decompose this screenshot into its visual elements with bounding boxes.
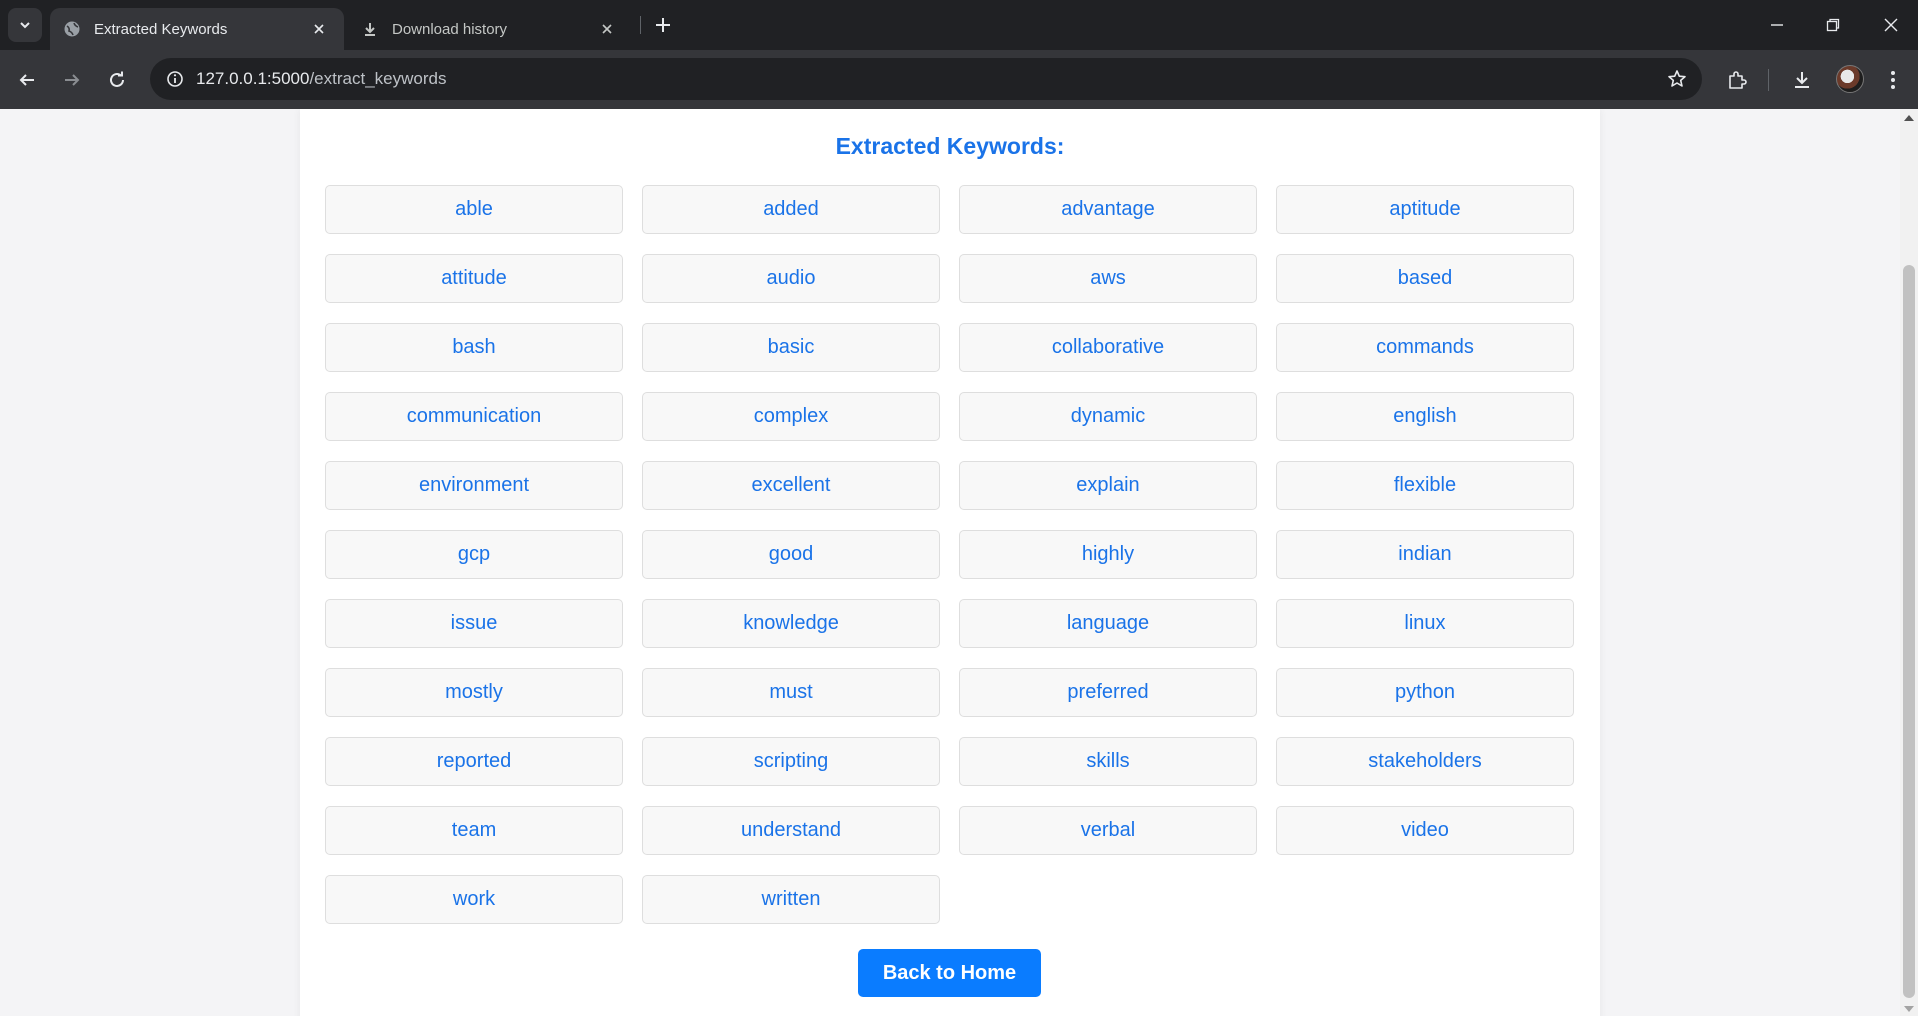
keyword-item[interactable]: aws xyxy=(959,254,1257,303)
keyword-item[interactable]: advantage xyxy=(959,185,1257,234)
keyword-item[interactable]: language xyxy=(959,599,1257,648)
keyword-item[interactable]: english xyxy=(1276,392,1574,441)
keywords-card: Extracted Keywords: able added advantage ap… xyxy=(300,109,1600,1016)
keyword-item[interactable]: explain xyxy=(959,461,1257,510)
download-icon xyxy=(360,19,380,39)
keyword-item[interactable]: commands xyxy=(1276,323,1574,372)
back-to-home-button[interactable]: Back to Home xyxy=(858,949,1041,997)
puzzle-icon xyxy=(1729,71,1747,89)
keyword-item[interactable]: communication xyxy=(325,392,623,441)
address-bar[interactable]: 127.0.0.1:5000/extract_keywords xyxy=(150,58,1702,100)
keyword-item[interactable]: video xyxy=(1276,806,1574,855)
tab-separator xyxy=(640,16,641,34)
restore-icon xyxy=(1826,18,1840,32)
keyword-item[interactable]: mostly xyxy=(325,668,623,717)
keywords-grid: able added advantage aptitude attitude audio a… xyxy=(325,185,1575,924)
keyword-item[interactable]: stakeholders xyxy=(1276,737,1574,786)
scroll-up-arrow-icon[interactable] xyxy=(1904,115,1914,121)
close-icon xyxy=(1884,18,1898,32)
chevron-down-icon xyxy=(20,22,30,29)
keyword-item[interactable]: reported xyxy=(325,737,623,786)
minimize-icon xyxy=(1771,24,1783,26)
keyword-item[interactable]: linux xyxy=(1276,599,1574,648)
minimize-button[interactable] xyxy=(1762,10,1792,40)
download-icon xyxy=(1795,72,1809,88)
tab-title: Download history xyxy=(392,20,508,38)
keyword-item[interactable]: complex xyxy=(642,392,940,441)
close-icon[interactable] xyxy=(308,18,330,40)
bookmark-star-icon[interactable] xyxy=(1662,64,1692,94)
url-host: 127.0.0.1:5000 xyxy=(196,69,310,88)
tab-title: Extracted Keywords xyxy=(94,20,228,38)
reload-button[interactable] xyxy=(100,63,134,97)
keyword-item[interactable]: aptitude xyxy=(1276,185,1574,234)
keyword-item[interactable]: preferred xyxy=(959,668,1257,717)
keyword-item[interactable]: collaborative xyxy=(959,323,1257,372)
keyword-item[interactable]: skills xyxy=(959,737,1257,786)
keyword-item[interactable]: issue xyxy=(325,599,623,648)
extensions-button[interactable] xyxy=(1720,63,1754,97)
tab-search-button[interactable] xyxy=(8,8,42,42)
vertical-scrollbar[interactable] xyxy=(1900,109,1918,1016)
profile-avatar[interactable] xyxy=(1836,65,1864,93)
scrollbar-thumb[interactable] xyxy=(1903,265,1915,998)
site-info-icon[interactable] xyxy=(160,64,190,94)
restore-button[interactable] xyxy=(1818,10,1848,40)
keyword-item[interactable]: flexible xyxy=(1276,461,1574,510)
kebab-menu-icon xyxy=(1891,71,1895,89)
keyword-item[interactable]: python xyxy=(1276,668,1574,717)
globe-icon xyxy=(62,19,82,39)
keyword-item[interactable]: dynamic xyxy=(959,392,1257,441)
keyword-item[interactable]: understand xyxy=(642,806,940,855)
menu-button[interactable] xyxy=(1876,63,1910,97)
scroll-down-arrow-icon[interactable] xyxy=(1904,1006,1914,1012)
arrow-left-icon xyxy=(19,74,34,86)
page-viewport: Extracted Keywords: able added advantage ap… xyxy=(0,109,1900,1016)
url-text[interactable]: 127.0.0.1:5000/extract_keywords xyxy=(196,69,446,89)
tab-download-history[interactable]: Download history xyxy=(348,8,632,50)
keyword-item[interactable]: scripting xyxy=(642,737,940,786)
plus-icon xyxy=(656,18,670,32)
keyword-item[interactable]: able xyxy=(325,185,623,234)
back-nav-button[interactable] xyxy=(10,63,44,97)
keyword-item[interactable]: excellent xyxy=(642,461,940,510)
keyword-item[interactable]: environment xyxy=(325,461,623,510)
keyword-item[interactable]: gcp xyxy=(325,530,623,579)
url-path: /extract_keywords xyxy=(309,69,447,88)
toolbar-divider xyxy=(1768,69,1769,91)
keyword-item[interactable]: written xyxy=(642,875,940,924)
close-window-button[interactable] xyxy=(1876,10,1906,40)
keyword-item[interactable]: indian xyxy=(1276,530,1574,579)
page-title: Extracted Keywords: xyxy=(835,133,1065,159)
keyword-item[interactable]: good xyxy=(642,530,940,579)
keyword-item[interactable]: bash xyxy=(325,323,623,372)
keyword-item[interactable]: work xyxy=(325,875,623,924)
keyword-item[interactable]: knowledge xyxy=(642,599,940,648)
forward-nav-button[interactable] xyxy=(55,63,89,97)
tab-strip: Extracted Keywords Download history xyxy=(0,0,1918,50)
keyword-item[interactable]: added xyxy=(642,185,940,234)
keyword-item[interactable]: verbal xyxy=(959,806,1257,855)
arrow-right-icon xyxy=(65,74,80,86)
keyword-item[interactable]: attitude xyxy=(325,254,623,303)
keyword-item[interactable]: highly xyxy=(959,530,1257,579)
browser-toolbar: 127.0.0.1:5000/extract_keywords xyxy=(0,50,1918,109)
keyword-item[interactable]: audio xyxy=(642,254,940,303)
reload-icon xyxy=(110,71,124,87)
keyword-item[interactable]: based xyxy=(1276,254,1574,303)
keyword-item[interactable]: team xyxy=(325,806,623,855)
tab-extracted-keywords[interactable]: Extracted Keywords xyxy=(50,8,344,50)
downloads-button[interactable] xyxy=(1785,63,1819,97)
close-icon[interactable] xyxy=(596,18,618,40)
new-tab-button[interactable] xyxy=(650,12,676,38)
keyword-item[interactable]: must xyxy=(642,668,940,717)
keyword-item[interactable]: basic xyxy=(642,323,940,372)
